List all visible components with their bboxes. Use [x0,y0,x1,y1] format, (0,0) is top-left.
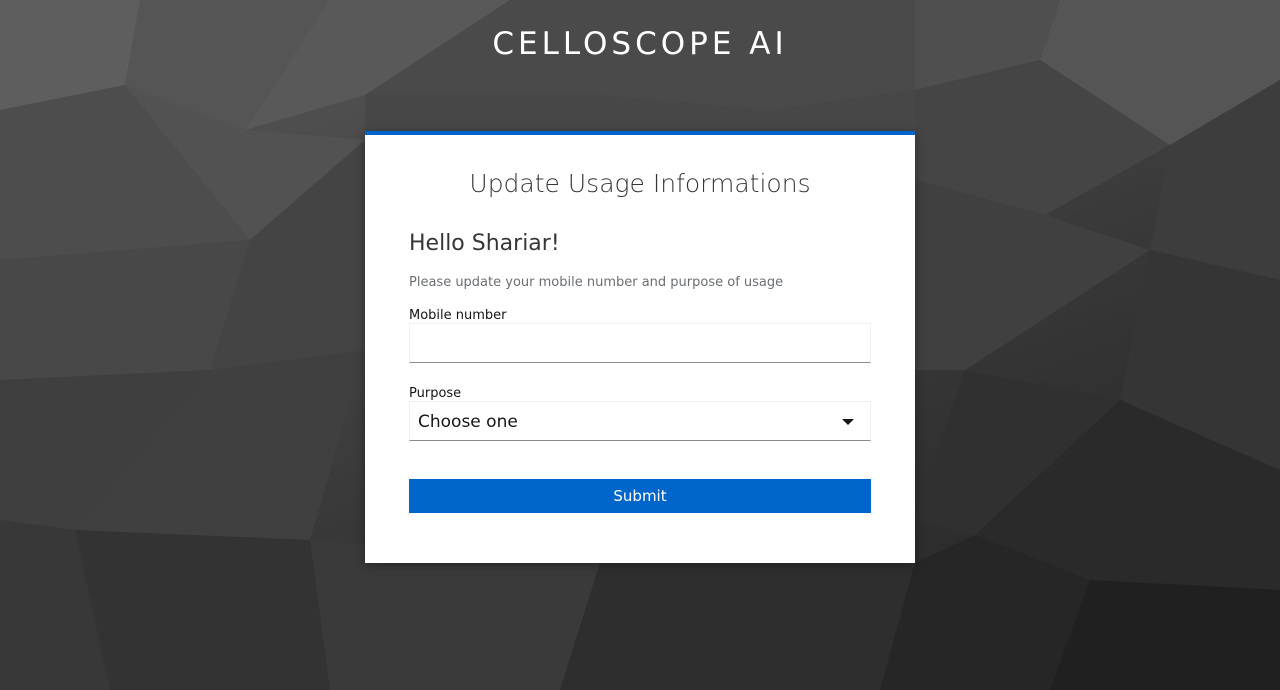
purpose-select[interactable]: Choose one [409,401,871,441]
update-usage-card: Update Usage Informations Hello Shariar!… [365,131,915,563]
greeting-heading: Hello Shariar! [409,231,560,256]
mobile-number-label: Mobile number [409,308,507,323]
instructions-text: Please update your mobile number and pur… [409,275,784,290]
mobile-number-input[interactable] [409,323,871,363]
brand-title: CELLOSCOPE AI [492,26,788,62]
card-title: Update Usage Informations [469,169,811,198]
caret-down-icon [842,419,854,425]
purpose-label: Purpose [409,386,462,401]
submit-button[interactable]: Submit [409,479,871,513]
purpose-selected-value: Choose one [418,412,518,432]
